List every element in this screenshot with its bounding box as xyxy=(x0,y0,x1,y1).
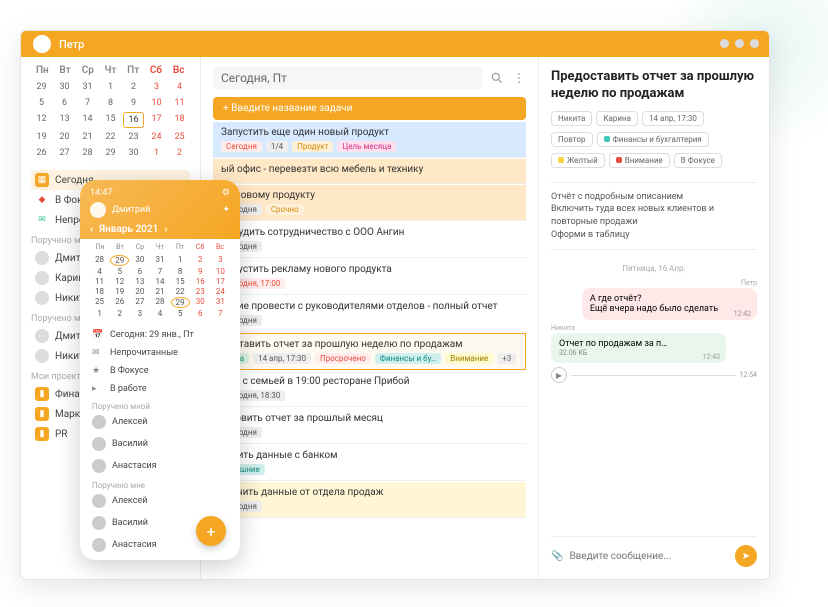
mobile-month-label: Январь 2021 xyxy=(99,224,158,235)
avatar xyxy=(35,251,49,265)
chip[interactable]: 14 апр, 17:30 xyxy=(642,111,704,126)
settings-icon[interactable]: ⚙ xyxy=(222,188,230,198)
chip[interactable]: Никита xyxy=(551,111,592,126)
chip[interactable]: Желтый xyxy=(551,153,605,168)
play-icon[interactable]: ▶ xyxy=(551,367,567,383)
bubble-attachment[interactable]: Отчет по продажам за п… 32.06 КБ 12:43 xyxy=(551,333,726,363)
chat-date: Пятница, 16 Апр. xyxy=(551,264,757,273)
avatar xyxy=(35,329,49,343)
avatar xyxy=(35,271,49,285)
sparkle-icon[interactable]: ✦ xyxy=(222,205,230,215)
send-button[interactable]: ➤ xyxy=(735,545,757,567)
mobile-calendar[interactable]: 2829303112345678910111213141516171819202… xyxy=(80,253,240,324)
tag: Сегодня xyxy=(221,141,262,152)
avatar xyxy=(92,459,106,473)
mobile-overlay: 14:47 ⚙ Дмитрий ✦ ‹ Январь 2021 › ПнВтСр… xyxy=(80,180,240,560)
mobile-recv-label: Поручено мне xyxy=(90,477,230,490)
task-row[interactable]: доставить отчет за прошлую неделю по про… xyxy=(213,333,526,370)
folder-icon: ▮ xyxy=(35,427,49,441)
menu-icon: ★ xyxy=(92,366,104,376)
menu-icon: ▸ xyxy=(92,384,104,394)
task-row[interactable]: олучить данные от отдела продажСегодня xyxy=(213,482,526,518)
calendar-icon: 📅 xyxy=(92,330,104,340)
attach-icon[interactable]: 📎 xyxy=(551,551,563,562)
window-controls[interactable] xyxy=(720,39,759,48)
header-bar: Петр xyxy=(21,31,769,57)
mobile-today-row[interactable]: 📅Сегодня: 29 янв., Пт xyxy=(90,326,230,344)
mobile-user-item[interactable]: Алексей xyxy=(90,411,230,433)
avatar xyxy=(92,516,106,530)
calendar[interactable]: 2930311234567891011121314151617181920212… xyxy=(31,80,190,160)
next-month-icon[interactable]: › xyxy=(164,224,167,235)
task-row[interactable]: готовить отчет за прошлый месяцСегодня xyxy=(213,408,526,444)
tag: 14 апр, 17:30 xyxy=(253,353,311,364)
mobile-username: Дмитрий xyxy=(112,205,150,215)
task-row[interactable]: Запустить рекламу нового продуктаСегодня… xyxy=(213,259,526,295)
task-row[interactable]: жин с семьей в 19:00 ресторане ПрибойСег… xyxy=(213,371,526,407)
tag: Продукт xyxy=(292,141,333,152)
mobile-user-item[interactable]: Анастасия xyxy=(90,455,230,477)
menu-icon: ✉ xyxy=(92,348,104,358)
avatar[interactable] xyxy=(33,35,51,53)
mobile-avatar[interactable] xyxy=(90,202,106,218)
mobile-item[interactable]: ✉Непрочитанные xyxy=(90,344,230,362)
voice-message[interactable]: ▶ 12:54 xyxy=(551,367,757,383)
folder-icon: ▮ xyxy=(35,387,49,401)
avatar xyxy=(35,349,49,363)
task-list-pane: Сегодня, Пт Введите название задачи Запу… xyxy=(201,57,539,579)
chip[interactable]: Повтор xyxy=(551,132,593,147)
list-title: Сегодня, Пт xyxy=(213,67,482,89)
tag: Цель месяца xyxy=(337,141,396,152)
task-row[interactable]: Обсудить сотрудничество с ООО АнгинСегод… xyxy=(213,222,526,258)
message-input[interactable] xyxy=(569,551,729,562)
avatar xyxy=(92,538,106,552)
detail-pane: Предоставить отчет за прошлую неделю по … xyxy=(539,57,769,579)
mobile-item[interactable]: ▸В работе xyxy=(90,380,230,398)
mobile-item[interactable]: ★В Фокусе xyxy=(90,362,230,380)
folder-icon: ▮ xyxy=(35,407,49,421)
header-username: Петр xyxy=(59,38,84,51)
task-row[interactable]: рание провести с руководителями отделов … xyxy=(213,296,526,332)
chip[interactable]: Финансы и бухгалтерия xyxy=(597,132,709,147)
avatar xyxy=(92,415,106,429)
fab-add-button[interactable]: + xyxy=(196,516,226,546)
tag: +3 xyxy=(497,353,516,364)
bubble-out[interactable]: А где отчёт? Ещё вчера надо было сделать… xyxy=(582,288,757,320)
task-row[interactable]: Запустить еще один новый продуктСегодня1… xyxy=(213,122,526,158)
more-icon[interactable] xyxy=(512,71,526,85)
mobile-time: 14:47 xyxy=(90,188,112,198)
author-out: Петр xyxy=(551,279,757,287)
task-row[interactable]: верить данные с банкомВнешние xyxy=(213,445,526,481)
tag: Срочно xyxy=(266,204,304,215)
tag: Финансы и бу… xyxy=(375,353,442,364)
task-row[interactable]: по новому продуктуСегодняСрочно xyxy=(213,185,526,221)
chat-area: Пятница, 16 Апр. Петр А где отчёт? Ещё в… xyxy=(551,258,757,536)
tag: 1/4 xyxy=(266,141,288,152)
tag: Внимание xyxy=(445,353,493,364)
avatar xyxy=(92,437,106,451)
task-row[interactable]: ый офис - перевезти всю мебель и технику xyxy=(213,159,526,184)
task-notes[interactable]: Отчёт с подробным описаниемВключить туда… xyxy=(551,182,757,250)
mobile-user-item[interactable]: Василий xyxy=(90,433,230,455)
message-input-row: 📎 ➤ xyxy=(551,536,757,567)
chip[interactable]: В Фокусе xyxy=(674,153,722,168)
chip[interactable]: Карина xyxy=(596,111,638,126)
prev-month-icon[interactable]: ‹ xyxy=(90,224,93,235)
avatar xyxy=(35,291,49,305)
bookmark-icon: ◆ xyxy=(35,193,49,207)
avatar xyxy=(92,494,106,508)
chip[interactable]: Внимание xyxy=(609,153,670,168)
mobile-sent-label: Поручено мной xyxy=(90,398,230,411)
author-in: Никита xyxy=(551,324,757,332)
calendar-icon: ▦ xyxy=(35,173,49,187)
search-icon[interactable] xyxy=(490,71,504,85)
detail-title: Предоставить отчет за прошлую неделю по … xyxy=(551,69,757,103)
tag: Просрочено xyxy=(315,353,371,364)
mobile-user-item[interactable]: Алексей xyxy=(90,490,230,512)
inbox-icon: ✉ xyxy=(35,213,49,227)
add-task-input[interactable]: Введите название задачи xyxy=(213,97,526,120)
